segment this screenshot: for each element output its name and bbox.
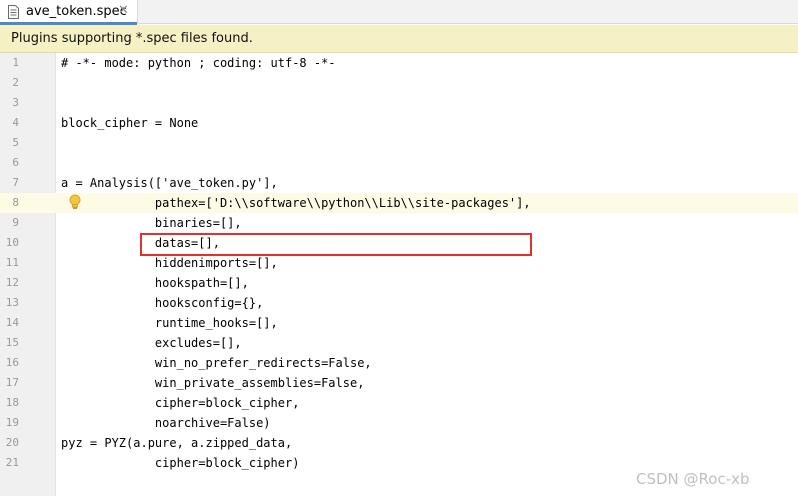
code-line: hookspath=[], [61, 276, 249, 290]
line-number: 17 [5, 376, 19, 389]
code-line: # -*- mode: python ; coding: utf-8 -*- [61, 56, 336, 70]
code-line: pyz = PYZ(a.pure, a.zipped_data, [61, 436, 293, 450]
line-number: 20 [5, 436, 19, 449]
line-number: 15 [5, 336, 19, 349]
line-number-gutter: 1 2 3 4 5 6 7 8 9 10 11 12 13 14 15 16 17 18 19 20 21 [0, 53, 56, 496]
banner-text: Plugins supporting *.spec files found. [11, 31, 253, 46]
line-number: 2 [12, 76, 19, 89]
line-number: 1 [12, 56, 19, 69]
code-line: a = Analysis(['ave_token.py'], [61, 176, 278, 190]
code-line: runtime_hooks=[], [61, 316, 278, 330]
line-number: 21 [5, 456, 19, 469]
code-line: hiddenimports=[], [61, 256, 278, 270]
line-number: 12 [5, 276, 19, 289]
code-editor[interactable]: # -*- mode: python ; coding: utf-8 -*- bl… [56, 53, 798, 496]
annotation-highlight-box [140, 233, 532, 256]
line-number: 10 [5, 236, 19, 249]
code-line: pathex=['D:\\software\\python\\Lib\\site… [61, 196, 531, 210]
file-icon [8, 5, 19, 19]
tab-ave-token-spec[interactable]: ave_token.spec ✕ [0, 0, 138, 25]
line-number: 19 [5, 416, 19, 429]
code-line: cipher=block_cipher, [61, 396, 300, 410]
line-number: 13 [5, 296, 19, 309]
line-number: 7 [12, 176, 19, 189]
line-number: 6 [12, 156, 19, 169]
watermark: CSDN @Roc-xb [636, 470, 750, 488]
line-number: 14 [5, 316, 19, 329]
code-line: block_cipher = None [61, 116, 199, 130]
line-number: 9 [12, 216, 19, 229]
lightbulb-icon[interactable] [68, 194, 82, 210]
code-line: noarchive=False) [61, 416, 271, 430]
line-number: 11 [5, 256, 19, 269]
plugin-notification-banner: Plugins supporting *.spec files found. [0, 25, 798, 53]
code-line: binaries=[], [61, 216, 242, 230]
editor-tab-bar: ave_token.spec ✕ [0, 0, 798, 25]
line-number: 16 [5, 356, 19, 369]
line-number: 8 [12, 196, 19, 209]
code-line: excludes=[], [61, 336, 242, 350]
line-number: 4 [12, 116, 19, 129]
line-number: 3 [12, 96, 19, 109]
code-line: win_no_prefer_redirects=False, [61, 356, 372, 370]
tab-label: ave_token.spec [26, 4, 127, 19]
code-line: win_private_assemblies=False, [61, 376, 365, 390]
close-icon[interactable]: ✕ [118, 3, 129, 18]
line-number: 5 [12, 136, 19, 149]
code-line: hooksconfig={}, [61, 296, 264, 310]
code-line: cipher=block_cipher) [61, 456, 300, 470]
line-number: 18 [5, 396, 19, 409]
